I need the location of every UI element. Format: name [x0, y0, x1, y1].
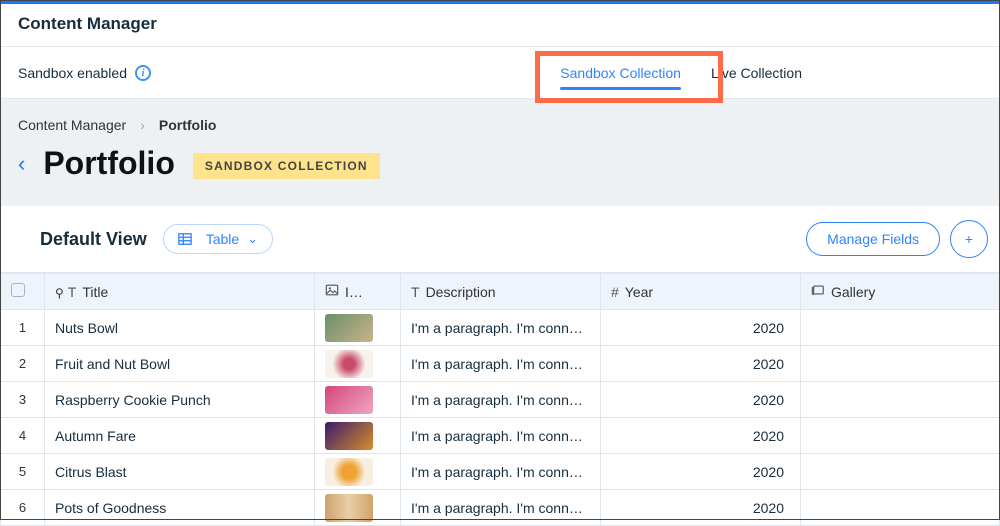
text-icon: T — [68, 284, 77, 300]
sandbox-badge: SANDBOX COLLECTION — [193, 153, 380, 179]
column-header-title[interactable]: ⚲ T Title — [45, 274, 315, 310]
sandbox-status-label: Sandbox enabled — [18, 65, 127, 81]
column-image-label: I… — [345, 284, 363, 300]
tab-sandbox-collection[interactable]: Sandbox Collection — [560, 47, 681, 98]
row-index: 5 — [1, 454, 45, 490]
table-header-row: ⚲ T Title I… T Description # Year Gallery — [1, 274, 1000, 310]
cell-description[interactable]: I'm a paragraph. I'm conn… — [401, 490, 601, 526]
cell-image[interactable] — [315, 346, 401, 382]
cell-description[interactable]: I'm a paragraph. I'm conn… — [401, 454, 601, 490]
thumbnail — [325, 422, 373, 450]
cell-year[interactable]: 2020 — [601, 418, 801, 454]
row-index: 3 — [1, 382, 45, 418]
table-row[interactable]: 1Nuts Bowl I'm a paragraph. I'm conn…2020 — [1, 310, 1000, 346]
table-icon — [178, 232, 192, 246]
cell-title[interactable]: Autumn Fare — [45, 418, 315, 454]
cell-gallery[interactable] — [801, 346, 1000, 382]
cell-title[interactable]: Nuts Bowl — [45, 310, 315, 346]
add-item-button[interactable]: + — [950, 220, 988, 258]
thumbnail — [325, 386, 373, 414]
table-row[interactable]: 2Fruit and Nut Bowl I'm a paragraph. I'm … — [1, 346, 1000, 382]
column-gallery-label: Gallery — [831, 284, 875, 300]
cell-image[interactable] — [315, 490, 401, 526]
breadcrumb-root[interactable]: Content Manager — [18, 117, 126, 133]
collection-tabbar: Sandbox enabled Sandbox Collection Live … — [0, 47, 1000, 99]
cell-image[interactable] — [315, 418, 401, 454]
app-titlebar: Content Manager — [0, 4, 1000, 47]
thumbnail — [325, 458, 373, 486]
text-icon: T — [411, 284, 420, 300]
cell-title[interactable]: Citrus Blast — [45, 454, 315, 490]
column-year-label: Year — [625, 284, 653, 300]
data-table: ⚲ T Title I… T Description # Year Gallery 1N… — [0, 273, 1000, 526]
gallery-icon — [811, 283, 825, 297]
cell-gallery[interactable] — [801, 454, 1000, 490]
thumbnail — [325, 314, 373, 342]
checkbox-icon[interactable] — [11, 283, 25, 297]
cell-gallery[interactable] — [801, 310, 1000, 346]
cell-year[interactable]: 2020 — [601, 310, 801, 346]
cell-image[interactable] — [315, 310, 401, 346]
number-icon: # — [611, 284, 619, 300]
sandbox-status: Sandbox enabled — [18, 65, 151, 81]
cell-description[interactable]: I'm a paragraph. I'm conn… — [401, 382, 601, 418]
chevron-right-icon: › — [140, 117, 145, 133]
chevron-down-icon: ⌄ — [247, 231, 258, 247]
layout-switcher-button[interactable]: Table ⌄ — [163, 224, 273, 254]
cell-title[interactable]: Pots of Goodness — [45, 490, 315, 526]
row-index: 1 — [1, 310, 45, 346]
column-title-label: Title — [82, 284, 108, 300]
cell-description[interactable]: I'm a paragraph. I'm conn… — [401, 418, 601, 454]
row-index: 2 — [1, 346, 45, 382]
view-name: Default View — [40, 229, 147, 250]
cell-description[interactable]: I'm a paragraph. I'm conn… — [401, 310, 601, 346]
back-button[interactable]: ‹ — [18, 153, 25, 175]
layout-switcher-label: Table — [206, 231, 239, 247]
row-index: 4 — [1, 418, 45, 454]
column-header-gallery[interactable]: Gallery — [801, 274, 1000, 310]
cell-image[interactable] — [315, 382, 401, 418]
tab-live-collection[interactable]: Live Collection — [711, 47, 802, 98]
cell-year[interactable]: 2020 — [601, 454, 801, 490]
image-icon — [325, 283, 339, 297]
row-index: 6 — [1, 490, 45, 526]
table-row[interactable]: 4Autumn Fare I'm a paragraph. I'm conn…20… — [1, 418, 1000, 454]
cell-gallery[interactable] — [801, 490, 1000, 526]
column-header-year[interactable]: # Year — [601, 274, 801, 310]
column-description-label: Description — [426, 284, 496, 300]
manage-fields-button[interactable]: Manage Fields — [806, 222, 940, 256]
cell-year[interactable]: 2020 — [601, 346, 801, 382]
breadcrumb: Content Manager › Portfolio — [18, 117, 982, 133]
page-title: Portfolio — [43, 145, 175, 182]
table-row[interactable]: 5Citrus Blast I'm a paragraph. I'm conn…2… — [1, 454, 1000, 490]
column-header-image[interactable]: I… — [315, 274, 401, 310]
page-subheader: Content Manager › Portfolio ‹ Portfolio … — [0, 99, 1000, 206]
cell-year[interactable]: 2020 — [601, 382, 801, 418]
select-all-header[interactable] — [1, 274, 45, 310]
cell-description[interactable]: I'm a paragraph. I'm conn… — [401, 346, 601, 382]
thumbnail — [325, 350, 373, 378]
app-title: Content Manager — [18, 14, 982, 34]
cell-gallery[interactable] — [801, 418, 1000, 454]
info-icon[interactable] — [135, 65, 151, 81]
table-row[interactable]: 6Pots of Goodness I'm a paragraph. I'm co… — [1, 490, 1000, 526]
cell-image[interactable] — [315, 454, 401, 490]
table-row[interactable]: 3Raspberry Cookie Punch I'm a paragraph. … — [1, 382, 1000, 418]
cell-title[interactable]: Fruit and Nut Bowl — [45, 346, 315, 382]
view-toolbar: Default View Table ⌄ Manage Fields + — [0, 206, 1000, 273]
pin-icon: ⚲ — [55, 286, 64, 300]
cell-gallery[interactable] — [801, 382, 1000, 418]
cell-title[interactable]: Raspberry Cookie Punch — [45, 382, 315, 418]
breadcrumb-current: Portfolio — [159, 117, 217, 133]
thumbnail — [325, 494, 373, 522]
cell-year[interactable]: 2020 — [601, 490, 801, 526]
column-header-description[interactable]: T Description — [401, 274, 601, 310]
